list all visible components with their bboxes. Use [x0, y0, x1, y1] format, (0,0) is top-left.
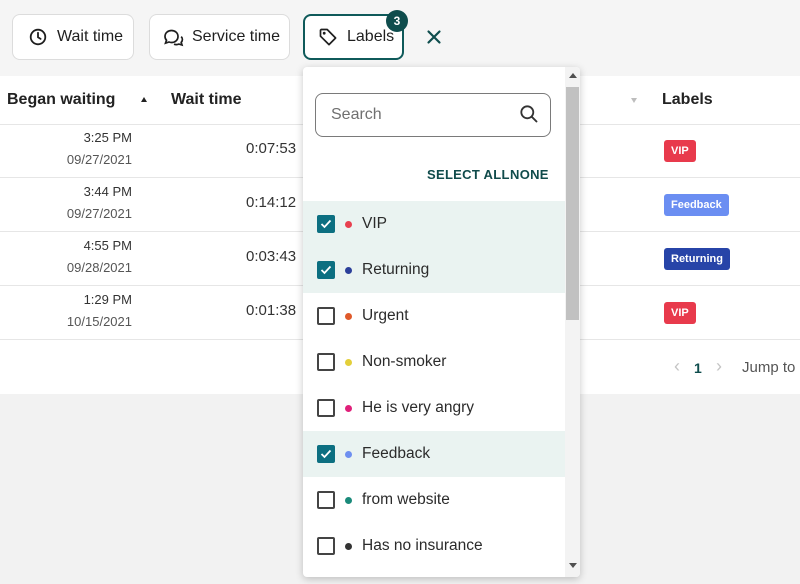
wait-time-filter[interactable]: Wait time	[12, 14, 134, 60]
select-none-button[interactable]: NONE	[510, 167, 549, 182]
label-color-dot	[345, 358, 352, 366]
label-option-text: Has no insurance	[362, 537, 483, 554]
label-option-from-website[interactable]: from website	[303, 477, 565, 523]
label-option-feedback[interactable]: Feedback	[303, 431, 565, 477]
checkbox[interactable]	[317, 445, 335, 463]
select-all-button[interactable]: SELECT ALL	[427, 167, 510, 182]
filter-bar: Wait time Service time Labels 3	[0, 0, 800, 76]
label-search-input[interactable]	[315, 93, 551, 137]
wait-duration: 0:07:53	[246, 140, 297, 157]
next-page-button[interactable]: ›	[716, 356, 722, 377]
label-option-text: from website	[362, 491, 450, 508]
label-option-no-insurance[interactable]: Has no insurance	[303, 523, 565, 569]
wait-duration: 0:03:43	[246, 248, 297, 265]
clock-icon	[27, 26, 49, 48]
label-option-text: He is very angry	[362, 399, 474, 416]
label-option-returning[interactable]: Returning	[303, 247, 565, 293]
label-color-dot	[345, 496, 352, 504]
checkbox[interactable]	[317, 399, 335, 417]
checkbox[interactable]	[317, 261, 335, 279]
label-color-dot	[345, 542, 352, 550]
current-page[interactable]: 1	[694, 360, 702, 376]
label-tag: Returning	[664, 248, 730, 270]
jump-to-label: Jump to	[742, 359, 796, 376]
label-color-dot	[345, 450, 352, 458]
column-labels[interactable]: Labels	[662, 76, 713, 124]
labels-dropdown: SELECT ALL NONE VIP Returning Urgent Non…	[303, 67, 580, 577]
checkbox[interactable]	[317, 215, 335, 233]
label-tag: VIP	[664, 302, 696, 324]
prev-page-button[interactable]: ‹	[674, 356, 680, 377]
label-tag: VIP	[664, 140, 696, 162]
checkbox[interactable]	[317, 307, 335, 325]
labels-filter-label: Labels	[347, 28, 395, 45]
scroll-up-arrow-icon[interactable]	[569, 73, 577, 78]
column-began-waiting-label: Began waiting	[7, 91, 116, 108]
wait-time-filter-label: Wait time	[57, 28, 124, 45]
label-option-text: Urgent	[362, 307, 409, 324]
began-time: 3:44 PM	[83, 184, 132, 199]
began-time: 4:55 PM	[83, 238, 132, 253]
label-color-dot	[345, 220, 352, 228]
began-date: 10/15/2021	[66, 314, 132, 329]
tag-icon	[317, 26, 339, 48]
checkbox[interactable]	[317, 537, 335, 555]
search-icon[interactable]	[519, 104, 539, 129]
labels-filter[interactable]: Labels 3	[303, 10, 408, 60]
wait-duration: 0:14:12	[246, 194, 297, 211]
sort-ascending-icon[interactable]	[141, 97, 147, 102]
selected-count-badge: 3	[386, 10, 408, 32]
label-option-text: VIP	[362, 215, 387, 232]
column-began-waiting[interactable]: Began waiting	[7, 76, 115, 124]
close-icon[interactable]	[420, 23, 448, 51]
service-time-filter-label: Service time	[192, 28, 281, 45]
checkbox[interactable]	[317, 491, 335, 509]
chat-bubbles-icon	[162, 26, 184, 48]
label-option-text: Returning	[362, 261, 430, 278]
label-color-dot	[345, 266, 352, 274]
service-time-filter[interactable]: Service time	[149, 14, 290, 60]
label-option-text: Feedback	[362, 445, 431, 462]
scroll-down-arrow-icon[interactable]	[569, 563, 577, 568]
column-wait-time[interactable]: Wait time	[171, 76, 242, 124]
column-wait-time-label: Wait time	[171, 91, 242, 108]
label-tag: Feedback	[664, 194, 729, 216]
began-time: 1:29 PM	[83, 292, 132, 307]
began-date: 09/27/2021	[66, 152, 132, 167]
label-option-text: Non-smoker	[362, 353, 447, 370]
began-time: 3:25 PM	[83, 130, 132, 145]
label-option-vip[interactable]: VIP	[303, 201, 565, 247]
checkbox[interactable]	[317, 353, 335, 371]
began-date: 09/27/2021	[66, 206, 132, 221]
sort-descending-icon[interactable]	[631, 98, 637, 103]
label-color-dot	[345, 312, 352, 320]
label-option-urgent[interactable]: Urgent	[303, 293, 565, 339]
label-option-non-smoker[interactable]: Non-smoker	[303, 339, 565, 385]
label-color-dot	[345, 404, 352, 412]
began-date: 09/28/2021	[66, 260, 132, 275]
wait-duration: 0:01:38	[246, 302, 297, 319]
column-labels-label: Labels	[662, 91, 713, 108]
label-option-angry[interactable]: He is very angry	[303, 385, 565, 431]
scrollbar-thumb[interactable]	[566, 87, 579, 320]
